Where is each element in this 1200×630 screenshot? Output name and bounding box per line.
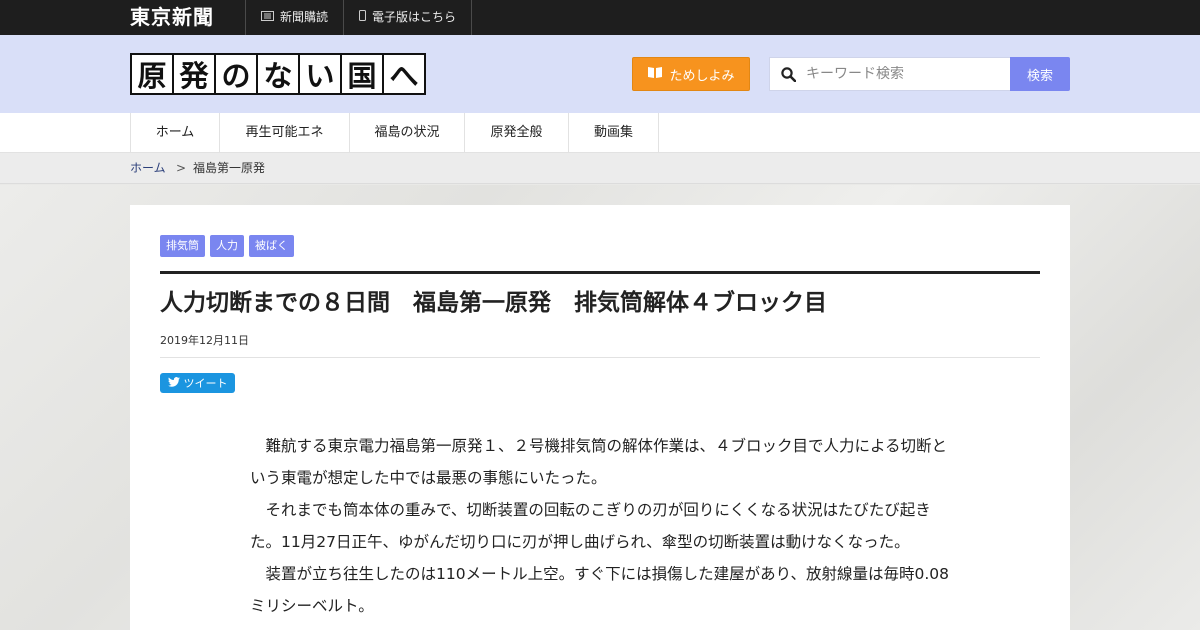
digital-edition-link[interactable]: 電子版はこちら: [359, 0, 456, 35]
logo-char: い: [300, 55, 342, 93]
tag[interactable]: 被ばく: [249, 235, 294, 257]
top-bar: 東京新聞 新聞購読 電子版はこちら: [0, 0, 1200, 35]
tokyo-shimbun-logo[interactable]: 東京新聞: [130, 6, 214, 28]
logo-char: へ: [389, 59, 419, 93]
book-icon: [647, 66, 663, 83]
site-header: 原 発 の な い 国 へ ためしよみ 検索: [0, 35, 1200, 113]
breadcrumb-current: 福島第一原発: [193, 161, 266, 175]
logo-char: 原: [132, 55, 174, 93]
article-title: 人力切断までの８日間 福島第一原発 排気筒解体４ブロック目: [160, 290, 827, 316]
tweet-label: ツイート: [183, 377, 228, 390]
article-paragraph: 難航する東京電力福島第一原発１、２号機排気筒の解体作業は、４ブロック目で人力によ…: [250, 437, 948, 487]
divider: [343, 0, 344, 35]
article-date: 2019年12月11日: [160, 334, 249, 347]
article-card: 排気筒 人力 被ばく 人力切断までの８日間 福島第一原発 排気筒解体４ブロック目…: [130, 205, 1070, 630]
article-paragraph: 装置が立ち往生したのは110メートル上空。すぐ下には損傷した建屋があり、放射線量…: [250, 565, 949, 615]
divider: [245, 0, 246, 35]
nav-item-home[interactable]: ホーム: [130, 113, 220, 153]
phone-icon: [359, 0, 366, 35]
search-input[interactable]: [806, 66, 996, 82]
logo-char: な: [258, 55, 300, 93]
nav-item-fukushima[interactable]: 福島の状況: [350, 113, 465, 153]
twitter-icon: [167, 376, 180, 390]
tag[interactable]: 人力: [210, 235, 244, 257]
tweet-button[interactable]: ツイート: [160, 373, 235, 393]
divider: [160, 357, 1040, 358]
subscribe-label: 新聞購読: [280, 10, 329, 24]
digital-edition-label: 電子版はこちら: [372, 10, 457, 24]
breadcrumb-separator: >: [176, 161, 187, 175]
main-nav: ホーム 再生可能エネ 福島の状況 原発全般 動画集: [0, 113, 1200, 153]
site-logo[interactable]: 原 発 の な い 国 へ: [130, 53, 426, 95]
article-paragraph: それまでも筒本体の重みで、切断装置の回転のこぎりの刃が回りにくくなる状況はたびた…: [250, 501, 931, 551]
logo-char: 発: [174, 55, 216, 93]
breadcrumb-home-link[interactable]: ホーム: [130, 153, 166, 184]
tag[interactable]: 排気筒: [160, 235, 205, 257]
nav-item-videos[interactable]: 動画集: [569, 113, 659, 153]
nav-item-renewable[interactable]: 再生可能エネ: [220, 113, 350, 153]
nav-item-nuclear-general[interactable]: 原発全般: [465, 113, 569, 153]
search-box: [769, 57, 1011, 91]
breadcrumb: ホーム > 福島第一原発: [0, 153, 1200, 184]
article-body: 難航する東京電力福島第一原発１、２号機排気筒の解体作業は、４ブロック目で人力によ…: [250, 430, 950, 622]
search-icon: [770, 66, 806, 82]
trial-read-label: ためしよみ: [669, 68, 735, 84]
divider: [471, 0, 472, 35]
subscribe-link[interactable]: 新聞購読: [261, 0, 328, 35]
newspaper-icon: [261, 0, 274, 35]
trial-read-button[interactable]: ためしよみ: [632, 57, 750, 91]
tag-list: 排気筒 人力 被ばく: [160, 235, 294, 257]
logo-char: 国: [342, 55, 384, 93]
search-button[interactable]: 検索: [1010, 57, 1070, 91]
logo-char: の: [216, 55, 258, 93]
title-rule: [160, 271, 1040, 274]
